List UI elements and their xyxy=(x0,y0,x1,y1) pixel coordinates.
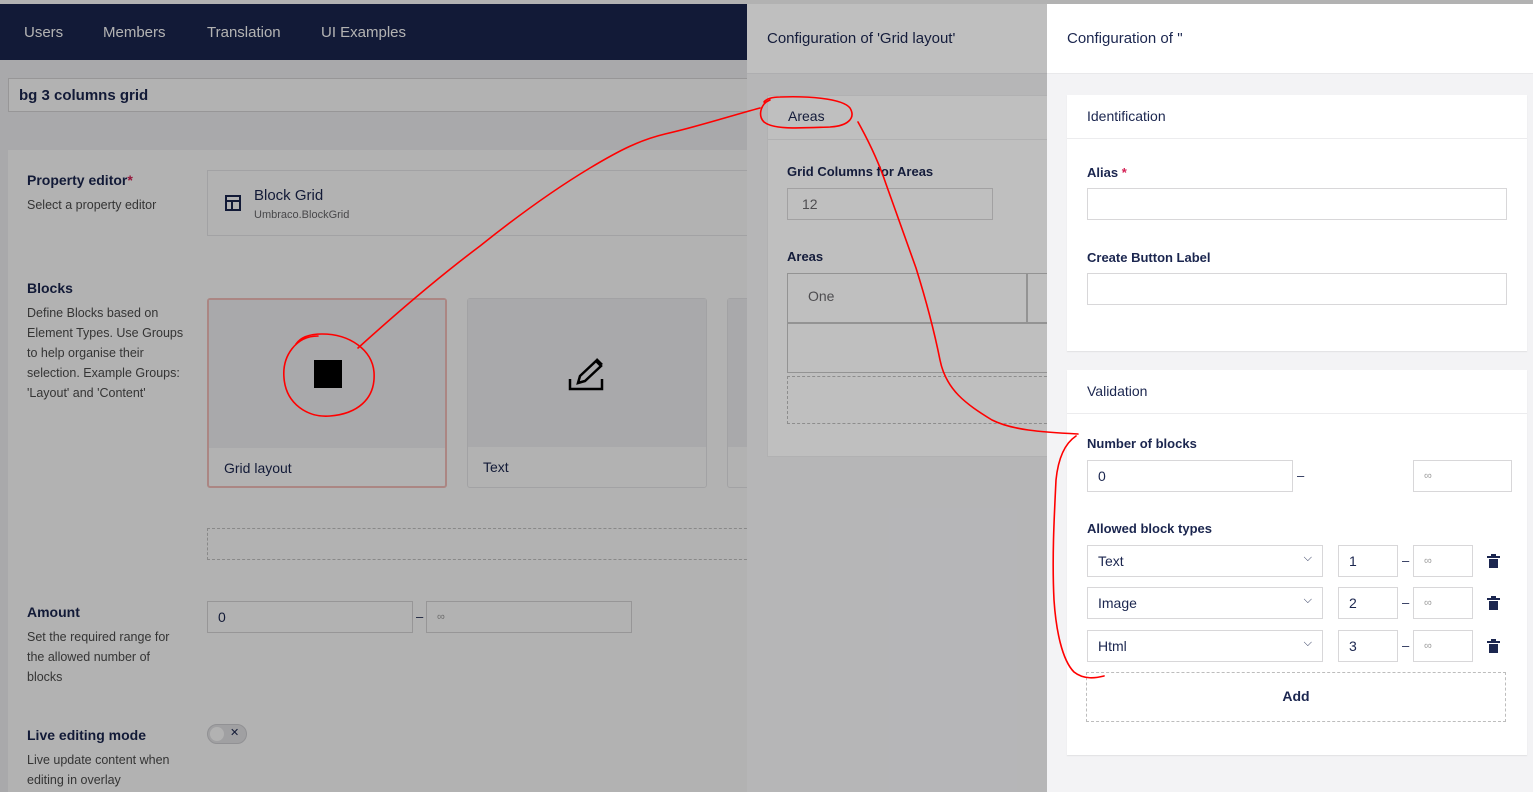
block-type-select[interactable]: Html ⌵ xyxy=(1087,630,1323,662)
range-dash: – xyxy=(1402,595,1410,610)
section-header: Identification xyxy=(1067,95,1527,139)
amount-label: Amount xyxy=(27,604,80,620)
panel-header: Configuration of '' xyxy=(1047,4,1533,74)
live-editing-toggle[interactable]: ✕ xyxy=(207,724,247,744)
amount-description: Set the required range for the allowed n… xyxy=(27,630,170,684)
panel-header: Configuration of 'Grid layout' xyxy=(747,4,1047,74)
block-type-max-input[interactable]: ∞ xyxy=(1413,587,1473,619)
range-dash: – xyxy=(1402,638,1410,653)
property-editor-alias: Umbraco.BlockGrid xyxy=(254,209,350,221)
section-title: Areas xyxy=(788,108,825,124)
property-editor-picker[interactable]: Block Grid Umbraco.BlockGrid xyxy=(207,170,767,236)
add-area-placeholder[interactable] xyxy=(787,376,1057,424)
amount-max-input[interactable]: ∞ xyxy=(426,601,632,633)
property-editor-label: Property editor* xyxy=(27,172,133,188)
close-icon: ✕ xyxy=(230,727,240,739)
trash-icon[interactable] xyxy=(1487,639,1500,653)
create-button-label: Create Button Label xyxy=(1087,250,1211,265)
area-name: One xyxy=(808,288,835,304)
required-mark: * xyxy=(127,172,133,188)
blocks-label: Blocks xyxy=(27,280,73,296)
alias-input[interactable] xyxy=(1087,188,1507,220)
section-title: Validation xyxy=(1087,383,1148,399)
square-icon xyxy=(314,360,342,388)
block-type-min-input[interactable]: 3 xyxy=(1338,630,1398,662)
range-dash: – xyxy=(1297,468,1305,483)
block-thumbnail xyxy=(209,300,445,448)
range-dash: – xyxy=(416,609,424,624)
alias-label: Alias * xyxy=(1087,165,1127,180)
property-editor-name: Block Grid xyxy=(254,187,324,204)
area-cell[interactable]: One xyxy=(787,273,1027,323)
chevron-down-icon: ⌵ xyxy=(1303,594,1312,606)
block-type-max-input[interactable]: ∞ xyxy=(1413,630,1473,662)
section-header: Areas xyxy=(768,96,1056,140)
datatype-name-input[interactable]: bg 3 columns grid xyxy=(8,78,768,112)
nav-item-users[interactable]: Users xyxy=(24,24,63,41)
panel-title: Configuration of 'Grid layout' xyxy=(767,30,956,47)
required-mark: * xyxy=(1121,165,1127,180)
area-config-panel: Configuration of '' Identification Alias… xyxy=(1047,4,1533,792)
block-type-min-input[interactable]: 1 xyxy=(1338,545,1398,577)
block-grid-icon xyxy=(225,195,241,211)
add-block-area[interactable] xyxy=(207,528,767,560)
grid-layout-config-panel: Configuration of 'Grid layout' Areas Gri… xyxy=(747,4,1057,792)
toggle-knob xyxy=(210,727,224,741)
block-card-label: Text xyxy=(483,459,509,475)
trash-icon[interactable] xyxy=(1487,596,1500,610)
nav-item-members[interactable]: Members xyxy=(103,24,166,41)
section-header: Validation xyxy=(1067,370,1527,414)
blocks-description: Define Blocks based on Element Types. Us… xyxy=(27,306,184,400)
live-editing-label: Live editing mode xyxy=(27,727,147,743)
number-of-blocks-min-input[interactable]: 0 xyxy=(1087,460,1293,492)
chevron-down-icon: ⌵ xyxy=(1303,637,1312,649)
grid-columns-input[interactable]: 12 xyxy=(787,188,993,220)
block-type-select[interactable]: Text ⌵ xyxy=(1087,545,1323,577)
nav-item-translation[interactable]: Translation xyxy=(207,24,281,41)
block-card-text[interactable]: Text xyxy=(467,298,707,488)
number-of-blocks-label: Number of blocks xyxy=(1087,436,1197,451)
edit-icon xyxy=(568,358,604,391)
live-editing-description: Live update content when editing in over… xyxy=(27,753,170,787)
identification-section: Identification Alias * Create Button Lab… xyxy=(1067,95,1527,351)
nav-item-ui-examples[interactable]: UI Examples xyxy=(321,24,406,41)
property-editor-description: Select a property editor xyxy=(27,198,157,212)
areas-label: Areas xyxy=(787,249,824,264)
add-button[interactable]: Add xyxy=(1086,672,1506,722)
amount-min-input[interactable]: 0 xyxy=(207,601,413,633)
block-thumbnail xyxy=(468,299,706,447)
trash-icon[interactable] xyxy=(1487,554,1500,568)
panel-title: Configuration of '' xyxy=(1067,30,1183,47)
create-button-label-input[interactable] xyxy=(1087,273,1507,305)
section-title: Identification xyxy=(1087,108,1166,124)
area-cell[interactable] xyxy=(787,323,1057,373)
range-dash: – xyxy=(1402,553,1410,568)
block-card-grid-layout[interactable]: Grid layout xyxy=(207,298,447,488)
block-card-label: Grid layout xyxy=(224,460,292,476)
block-type-max-input[interactable]: ∞ xyxy=(1413,545,1473,577)
grid-columns-label: Grid Columns for Areas xyxy=(787,164,934,179)
allowed-block-types-label: Allowed block types xyxy=(1087,521,1212,536)
number-of-blocks-max-input[interactable]: ∞ xyxy=(1413,460,1512,492)
block-type-select[interactable]: Image ⌵ xyxy=(1087,587,1323,619)
chevron-down-icon: ⌵ xyxy=(1303,552,1312,564)
block-type-min-input[interactable]: 2 xyxy=(1338,587,1398,619)
